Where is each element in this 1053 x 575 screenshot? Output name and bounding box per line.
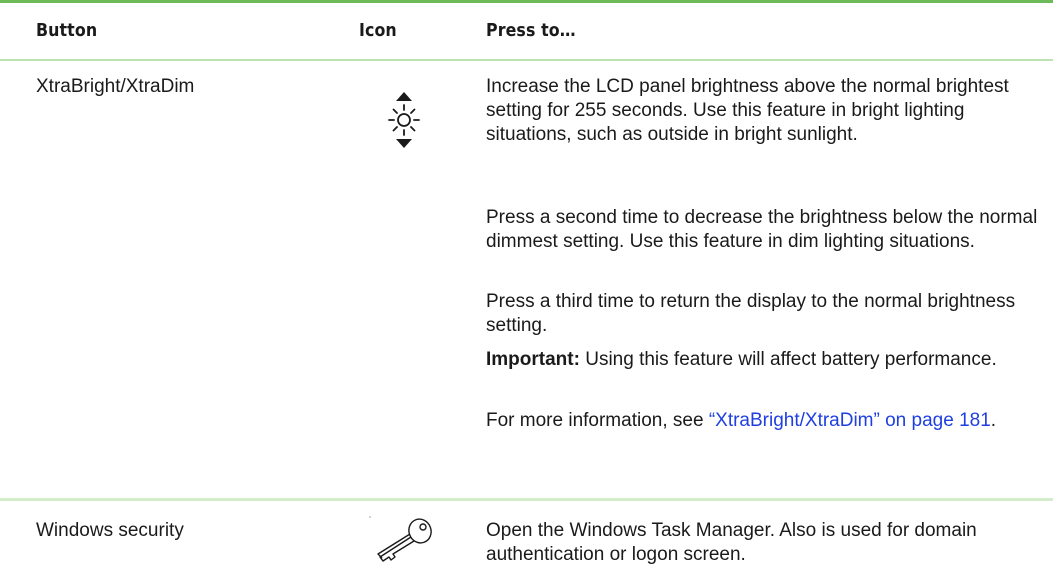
row2-description: Open the Windows Task Manager. Also is u…: [486, 520, 977, 565]
important-text: Using this feature will affect battery p…: [579, 349, 997, 370]
row1-more-info: For more information, see “XtraBright/Xt…: [486, 409, 1046, 433]
row-divider: [0, 498, 1053, 501]
row1-important-note: Important: Using this feature will affec…: [486, 348, 1046, 372]
key-icon: [369, 516, 432, 562]
column-header-icon: Icon: [359, 20, 397, 41]
more-info-suffix: .: [990, 410, 997, 431]
row1-description-3: Press a third time to return the display…: [486, 291, 1016, 336]
more-info-prefix: For more information, see: [486, 410, 709, 431]
brightness-up-down-icon: [388, 92, 420, 148]
row1-description-2: Press a second time to decrease the brig…: [486, 207, 1038, 252]
row1-description-1: Increase the LCD panel brightness above …: [486, 76, 1009, 145]
row-button-name-xtrabright: XtraBright/XtraDim: [36, 76, 195, 97]
column-header-button: Button: [36, 20, 98, 41]
table-top-rule: [0, 0, 1053, 3]
important-label: Important:: [486, 349, 580, 370]
header-divider: [0, 59, 1053, 61]
row-button-name-windows-security: Windows security: [36, 520, 184, 541]
column-header-press-to: Press to…: [486, 20, 576, 41]
more-info-link[interactable]: “XtraBright/XtraDim” on page 181: [709, 410, 991, 431]
